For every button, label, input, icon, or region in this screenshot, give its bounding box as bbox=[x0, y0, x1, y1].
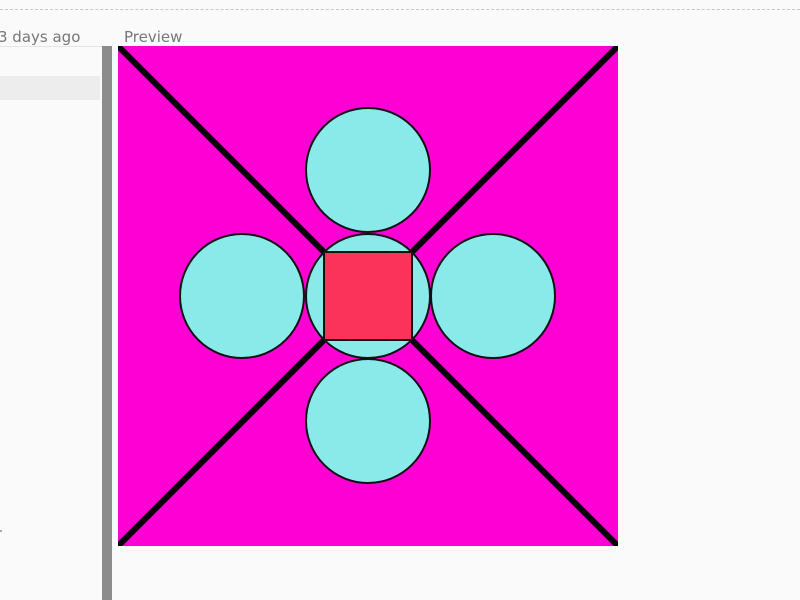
preview-canvas bbox=[118, 46, 618, 546]
panel-splitter[interactable] bbox=[102, 46, 112, 600]
left-panel-selected-row[interactable] bbox=[0, 76, 100, 100]
app-page: 3 days ago Preview bbox=[0, 0, 800, 600]
preview-label: Preview bbox=[124, 28, 183, 46]
circle-left bbox=[179, 233, 305, 359]
center-square bbox=[323, 251, 413, 341]
left-panel-divider bbox=[0, 46, 100, 47]
timestamp-label: 3 days ago bbox=[0, 28, 81, 46]
circle-bottom bbox=[305, 358, 431, 484]
left-panel-tick-mark bbox=[0, 530, 2, 532]
circle-right bbox=[430, 233, 556, 359]
header-row: 3 days ago Preview bbox=[0, 10, 800, 47]
circle-top bbox=[305, 107, 431, 233]
left-panel bbox=[0, 46, 100, 600]
